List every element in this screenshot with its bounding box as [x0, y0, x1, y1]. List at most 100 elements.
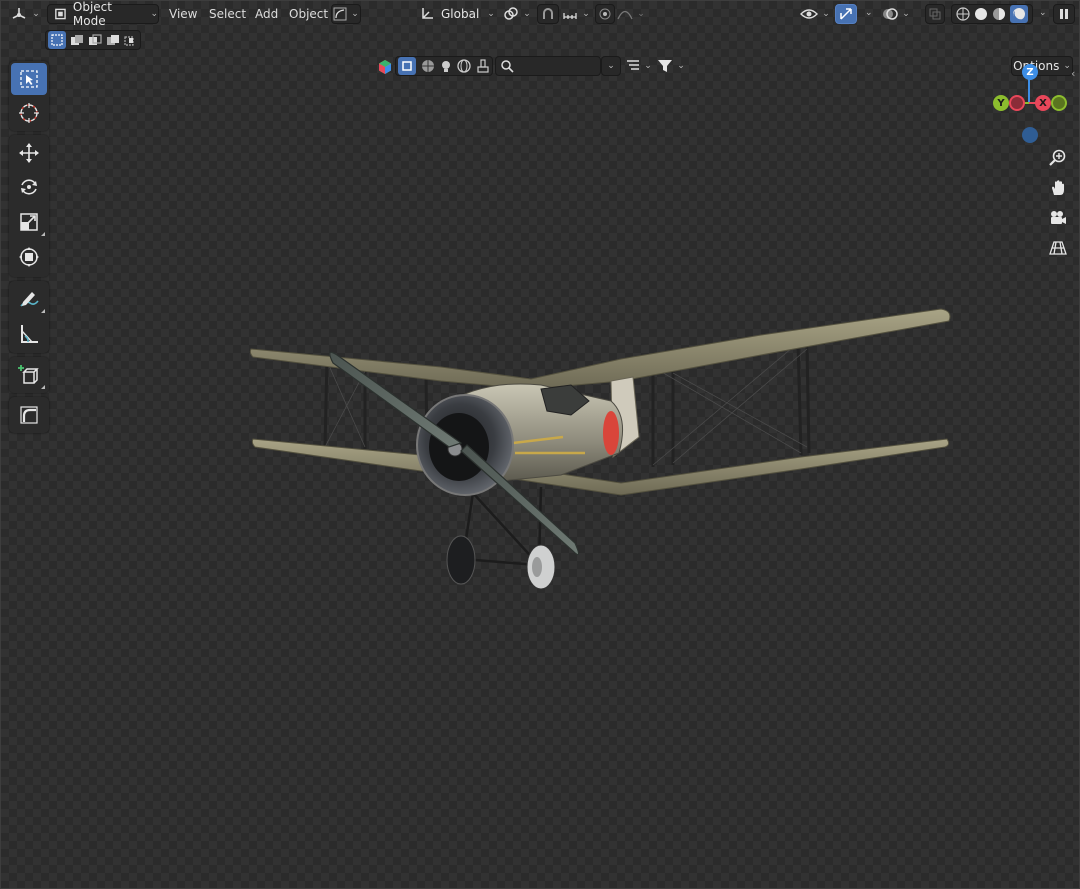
solid-shading-icon[interactable]: [974, 7, 988, 21]
mesh-filter-icon[interactable]: [421, 59, 435, 73]
gizmo-toggle[interactable]: [835, 4, 857, 24]
pan-button[interactable]: [1045, 175, 1071, 201]
filter-funnel-icon: [658, 60, 673, 72]
tool-move[interactable]: [11, 137, 47, 169]
tool-select-box[interactable]: [11, 63, 47, 95]
toolbar-group-transform: [9, 135, 49, 277]
tool-transform[interactable]: [11, 241, 47, 273]
axis-neg-y-button[interactable]: [1051, 95, 1067, 111]
object-filter-icon[interactable]: [398, 57, 417, 75]
material-preview-shading-icon[interactable]: [992, 7, 1006, 21]
rotate-icon: [21, 179, 37, 195]
proportional-editing-toggle[interactable]: [595, 4, 615, 24]
rendered-shading-icon[interactable]: [1010, 5, 1028, 23]
sort-dropdown[interactable]: ⌄: [625, 56, 653, 76]
chevron-down-icon: ⌄: [607, 61, 615, 71]
xray-toggle[interactable]: [925, 4, 945, 24]
gizmo-icon: [840, 8, 852, 20]
overlays-icon: [883, 8, 898, 20]
scale-icon: [20, 213, 38, 231]
tool-bevel[interactable]: [11, 399, 47, 431]
zoom-icon: [1049, 149, 1066, 166]
tool-rotate[interactable]: [11, 171, 47, 203]
visibility-dropdown[interactable]: ⌄: [799, 4, 831, 24]
menu-select[interactable]: Select: [209, 5, 246, 23]
toggle-sidebar-button[interactable]: [1053, 4, 1075, 24]
pivot-point-dropdown[interactable]: ⌄: [501, 4, 533, 24]
pause-icon: [1060, 9, 1068, 19]
overlays-toggle[interactable]: ⌄: [879, 4, 913, 24]
select-intersect-icon[interactable]: [124, 34, 138, 46]
editor-type-button[interactable]: ⌄: [7, 4, 43, 24]
toolbar-group-select: [9, 61, 49, 131]
display-filter-group: [395, 56, 493, 76]
link-icon: [504, 7, 518, 20]
bevel-icon: [20, 406, 38, 424]
axis-z-button[interactable]: Z: [1022, 64, 1038, 80]
tool-annotate[interactable]: [11, 283, 47, 315]
left-wheel: [446, 535, 476, 585]
subtool-indicator-icon: [41, 309, 45, 313]
transform-affect-dropdown[interactable]: ⌄: [331, 4, 361, 24]
search-input[interactable]: [495, 56, 601, 76]
perspective-toggle-button[interactable]: [1045, 235, 1071, 261]
shading-dropdown-chevron-icon[interactable]: ⌄: [1039, 8, 1047, 18]
axis-y-button[interactable]: Y: [993, 95, 1009, 111]
add-cube-icon: [18, 365, 39, 384]
sidebar-expand-arrow-icon[interactable]: ‹: [1071, 67, 1075, 80]
transform-orientation-dropdown[interactable]: Global ⌄: [415, 4, 495, 24]
falloff-curve-icon: [617, 10, 633, 20]
toolbar-group-add: [9, 357, 49, 393]
selection-mode-group: [45, 30, 141, 50]
orientation-global-icon: [422, 8, 433, 19]
chevron-down-icon: ⌄: [582, 9, 590, 19]
3d-viewport[interactable]: ⌄ Object Mode ⌄ View Select Add Object ⌄: [0, 0, 1080, 889]
filter-dropdown[interactable]: ⌄: [655, 56, 687, 76]
biplane-model[interactable]: [241, 297, 961, 597]
snap-target-dropdown[interactable]: ⌄: [561, 4, 591, 24]
magnet-icon: [543, 8, 553, 19]
snap-toggle[interactable]: [537, 4, 559, 24]
eye-icon: [800, 9, 819, 19]
axis-x-button[interactable]: X: [1035, 95, 1051, 111]
chevron-down-icon: ⌄: [487, 9, 495, 19]
tool-add-cube[interactable]: [11, 359, 47, 391]
measure-icon: [21, 325, 38, 343]
brush-filter-icon[interactable]: [476, 59, 490, 73]
search-options-dropdown[interactable]: ⌄: [601, 56, 621, 76]
fuselage-insignia: [603, 411, 619, 455]
select-new-icon[interactable]: [48, 31, 66, 49]
shading-mode-group: [951, 4, 1033, 24]
menu-add[interactable]: Add: [255, 5, 278, 23]
hand-icon: [1052, 180, 1064, 195]
wireframe-shading-icon[interactable]: [956, 7, 970, 21]
tool-scale[interactable]: [11, 206, 47, 238]
select-subtract-icon[interactable]: [88, 34, 102, 46]
menu-object[interactable]: Object: [289, 5, 328, 23]
proportional-falloff-dropdown[interactable]: ⌄: [617, 4, 645, 24]
list-sort-icon: [627, 60, 640, 70]
camera-view-button[interactable]: [1045, 205, 1071, 231]
select-invert-icon[interactable]: [106, 34, 120, 46]
3d-viewport-icon: [12, 8, 26, 19]
move-icon: [19, 143, 39, 163]
axis-neg-z-button[interactable]: [1022, 127, 1038, 143]
select-extend-icon[interactable]: [70, 34, 84, 46]
transform-icon: [19, 247, 39, 267]
tool-cursor[interactable]: [11, 97, 47, 129]
menu-view[interactable]: View: [169, 5, 197, 23]
subtool-indicator-icon: [41, 232, 45, 236]
world-filter-icon[interactable]: [457, 59, 472, 73]
mode-dropdown[interactable]: Object Mode ⌄: [47, 0, 159, 28]
zoom-button[interactable]: [1045, 145, 1071, 171]
toolbar-group-annotate: [9, 281, 49, 353]
scene-color-icon[interactable]: [377, 59, 393, 75]
subtool-indicator-icon: [41, 385, 45, 389]
light-filter-icon[interactable]: [439, 59, 453, 73]
cursor-icon: [19, 103, 39, 123]
chevron-down-icon: ⌄: [351, 9, 359, 19]
chevron-down-icon: ⌄: [637, 9, 645, 19]
tool-measure[interactable]: [11, 318, 47, 350]
gizmo-dropdown-chevron-icon[interactable]: ⌄: [865, 8, 873, 18]
axis-neg-x-button[interactable]: [1009, 95, 1025, 111]
